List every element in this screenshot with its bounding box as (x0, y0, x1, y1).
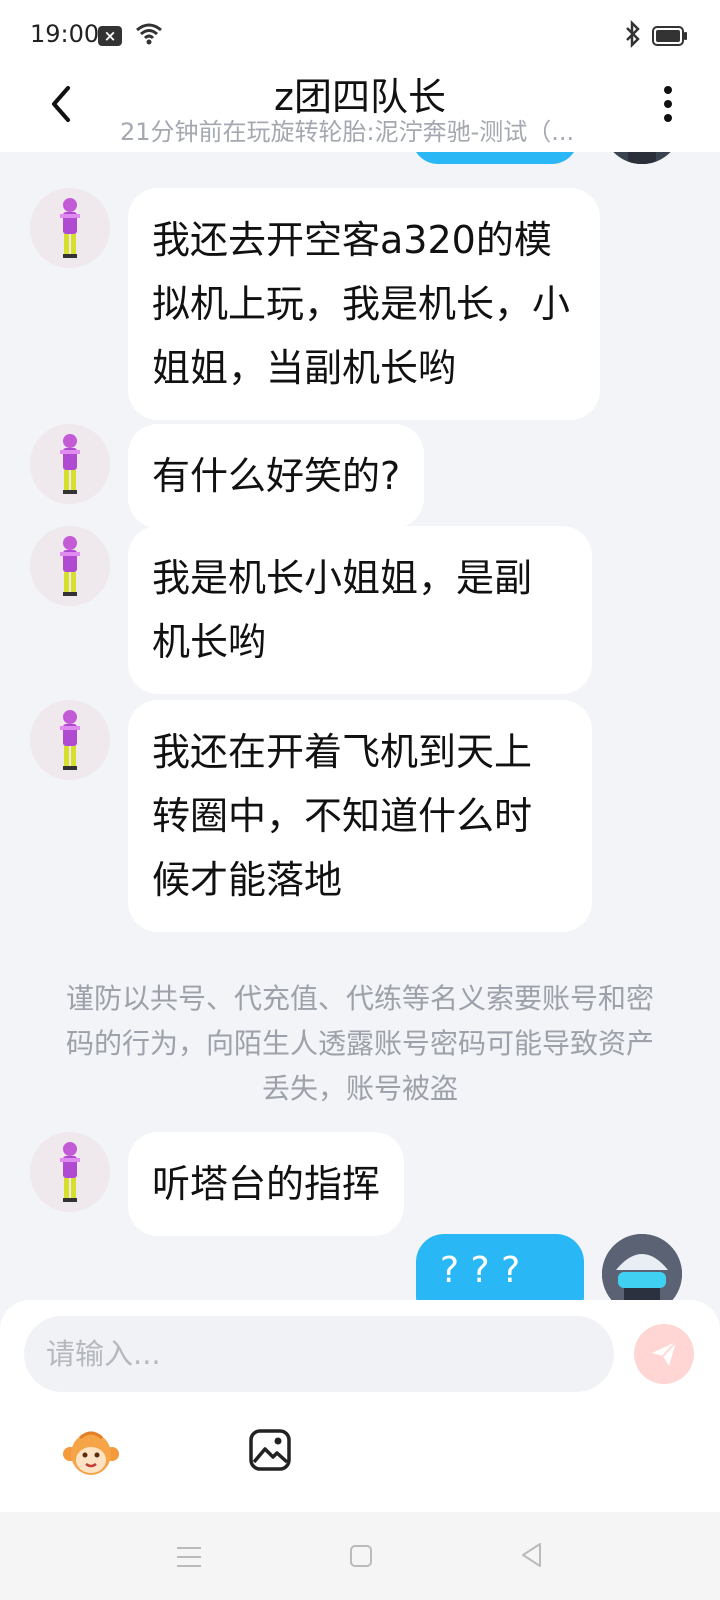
message-text: ? ? ? (440, 1250, 521, 1291)
incoming-message-bubble: 我是机长小姐姐，是副机长哟 (128, 526, 592, 694)
wifi-icon (136, 23, 162, 45)
message-input[interactable] (24, 1316, 614, 1392)
message-text: 我还在开着飞机到天上转圈中，不知道什么时候才能落地 (152, 730, 533, 902)
incoming-message-bubble: 我还在开着飞机到天上转圈中，不知道什么时候才能落地 (128, 700, 592, 932)
outgoing-message-bubble: ? ? ? (416, 1234, 584, 1300)
contact-avatar-icon (30, 700, 110, 780)
status-time: 19:00 (30, 20, 100, 48)
more-options-icon[interactable] (660, 84, 676, 124)
message-text: 我还去开空客a320的模拟机上玩，我是机长，小姐姐，当副机长哟 (152, 218, 571, 390)
outgoing-message-bubble-partial (412, 152, 578, 164)
message-text: 听塔台的指挥 (152, 1162, 381, 1206)
system-nav-bar (0, 1512, 720, 1600)
user-avatar-icon (602, 1234, 682, 1300)
contact-activity-status: 21分钟前在玩旋转轮胎:泥泞奔驰-测试（... (120, 118, 575, 146)
image-icon[interactable] (248, 1428, 292, 1472)
close-notification-icon: × (98, 26, 122, 46)
input-panel (0, 1300, 720, 1512)
contact-avatar-icon (30, 424, 110, 504)
my-avatar[interactable] (602, 152, 682, 164)
security-warning-note: 谨防以共号、代充值、代练等名义索要账号和密码的行为，向陌生人透露账号密码可能导致… (65, 982, 654, 1105)
recent-apps-icon[interactable] (176, 1546, 202, 1568)
chat-header: z团四队长 21分钟前在玩旋转轮胎:泥泞奔驰-测试（... (0, 68, 720, 152)
system-back-icon[interactable] (520, 1542, 542, 1568)
contact-avatar[interactable] (30, 424, 110, 504)
my-avatar[interactable] (602, 1234, 682, 1300)
message-text: 有什么好笑的? (152, 454, 401, 498)
back-arrow-icon[interactable] (44, 84, 80, 124)
message-list[interactable]: 我还去开空客a320的模拟机上玩，我是机长，小姐姐，当副机长哟 有什么好笑的? (0, 152, 720, 1300)
incoming-message-bubble: 有什么好笑的? (128, 424, 425, 528)
monkey-emoji-icon[interactable] (62, 1428, 120, 1480)
bluetooth-icon (626, 20, 640, 48)
contact-avatar-icon (30, 188, 110, 268)
send-button[interactable] (634, 1324, 694, 1384)
incoming-message-bubble: 听塔台的指挥 (128, 1132, 405, 1236)
send-plane-icon (652, 1341, 677, 1366)
contact-avatar[interactable] (30, 526, 110, 606)
incoming-message-bubble: 我还去开空客a320的模拟机上玩，我是机长，小姐姐，当副机长哟 (128, 188, 600, 420)
contact-avatar[interactable] (30, 700, 110, 780)
contact-avatar[interactable] (30, 188, 110, 268)
home-icon[interactable] (349, 1544, 373, 1568)
battery-icon (652, 26, 687, 46)
message-text: 我是机长小姐姐，是副机长哟 (152, 556, 533, 664)
contact-avatar-icon (30, 1132, 110, 1212)
contact-avatar[interactable] (30, 1132, 110, 1212)
status-bar: 19:00 × (0, 0, 720, 68)
user-avatar-icon (602, 152, 682, 164)
contact-avatar-icon (30, 526, 110, 606)
